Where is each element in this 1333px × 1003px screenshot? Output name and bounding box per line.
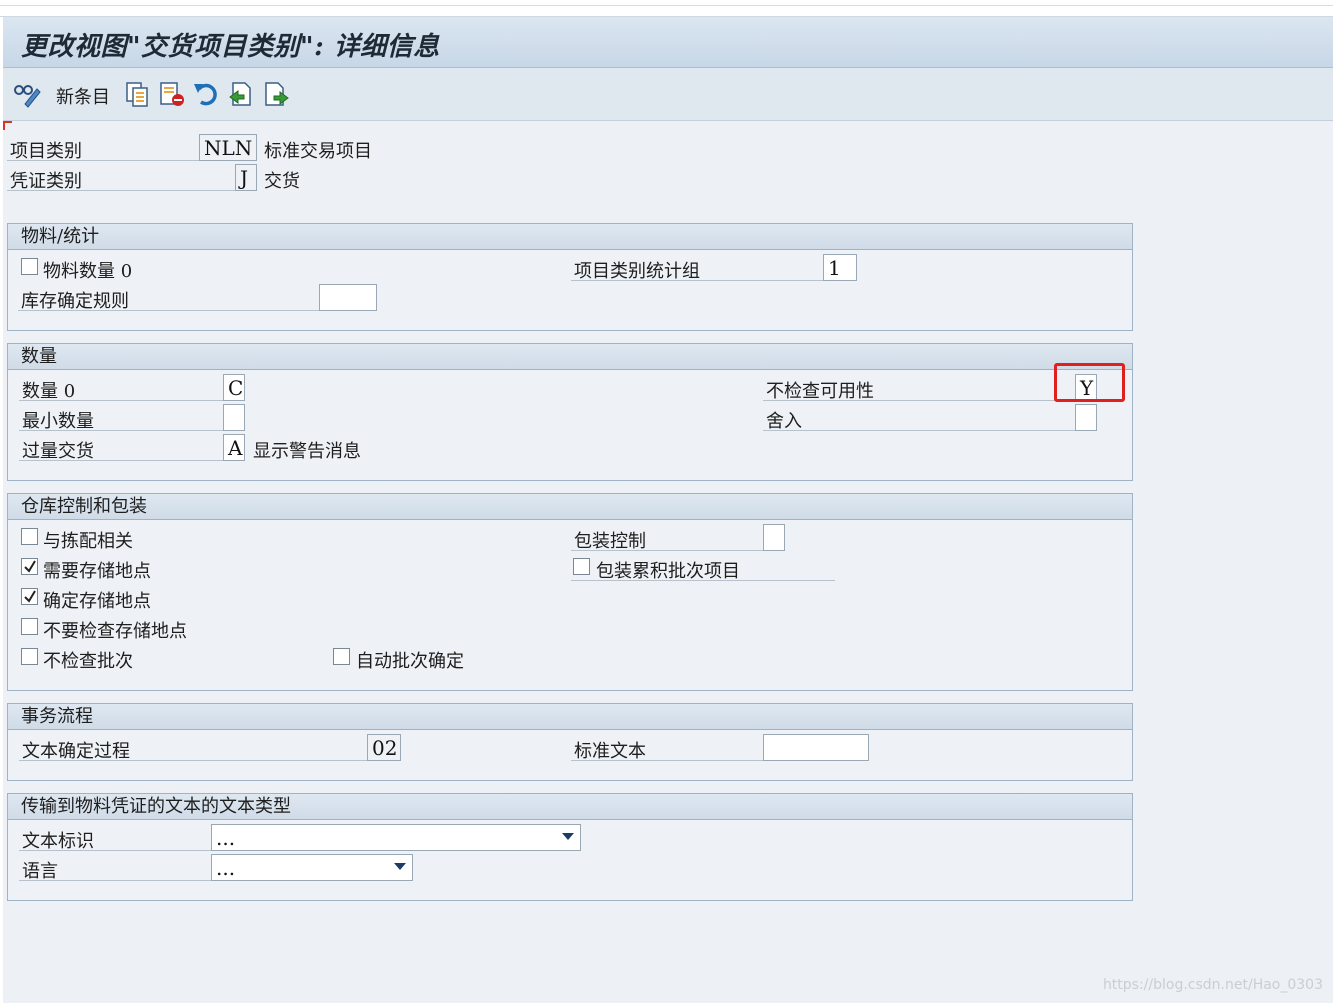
doc-category-field[interactable]: J [235, 164, 257, 191]
group-transaction-flow: 事务流程 [7, 703, 1133, 781]
text-id-underline [19, 850, 211, 851]
delete-icon[interactable] [158, 80, 186, 108]
item-category-field[interactable]: NLN [199, 134, 257, 161]
determine-sloc-label: 确定存储地点 [43, 591, 151, 612]
red-highlight-box [1054, 363, 1125, 402]
auto-batch-checkbox[interactable] [333, 648, 350, 665]
picking-relevant-checkbox[interactable] [21, 528, 38, 545]
overdelivery-description: 显示警告消息 [253, 441, 361, 462]
pack-accum-batch-checkbox[interactable] [573, 558, 590, 575]
overdelivery-field[interactable]: A [223, 434, 245, 461]
item-category-underline [7, 160, 199, 161]
next-entry-icon[interactable] [262, 80, 290, 108]
packing-control-field[interactable] [763, 524, 785, 551]
display-change-icon[interactable] [13, 80, 41, 108]
stat-group-underline [571, 280, 823, 281]
watermark: https://blog.csdn.net/Hao_0303 [1102, 977, 1323, 993]
chevron-down-icon[interactable] [562, 833, 574, 840]
rounding-field[interactable] [1075, 404, 1097, 431]
text-id-dropdown[interactable]: ... [211, 824, 581, 851]
standard-text-field[interactable] [763, 734, 869, 761]
text-det-proc-field[interactable]: 02 [367, 734, 401, 761]
group-title: 传输到物料凭证的文本的文本类型 [8, 794, 1132, 820]
doc-category-underline [7, 190, 235, 191]
material-qty-zero-checkbox[interactable] [21, 258, 38, 275]
doc-category-description: 交货 [264, 171, 300, 192]
group-title: 仓库控制和包装 [8, 494, 1132, 520]
top-divider [0, 5, 1333, 6]
language-dropdown[interactable]: ... [211, 854, 413, 881]
min-qty-field[interactable] [223, 404, 245, 431]
packing-control-underline [571, 550, 763, 551]
text-id-value: ... [216, 826, 236, 850]
top-strip [0, 0, 1333, 17]
new-entries-button[interactable]: 新条目 [56, 83, 110, 109]
text-det-proc-underline [19, 760, 367, 761]
item-category-description: 标准交易项目 [264, 141, 372, 162]
no-batch-check-label: 不检查批次 [43, 651, 133, 672]
qty-zero-underline [19, 400, 223, 401]
focus-corner-mark [3, 121, 12, 130]
auto-batch-label: 自动批次确定 [356, 651, 464, 672]
stock-rule-field[interactable] [319, 284, 377, 311]
language-underline [19, 880, 211, 881]
language-value: ... [216, 856, 236, 880]
chevron-down-icon[interactable] [394, 863, 406, 870]
min-qty-underline [19, 430, 223, 431]
picking-relevant-label: 与拣配相关 [43, 531, 133, 552]
qty-zero-field[interactable]: C [223, 374, 245, 401]
copy-as-icon[interactable] [124, 80, 152, 108]
overdelivery-underline [19, 460, 223, 461]
undo-icon[interactable] [192, 80, 220, 108]
standard-text-underline [571, 760, 763, 761]
material-qty-zero-label: 物料数量 0 [43, 261, 133, 282]
stock-rule-underline [18, 310, 319, 311]
title-bar: 更改视图"交货项目类别": 详细信息 [3, 17, 1333, 68]
no-sloc-check-label: 不要检查存储地点 [43, 621, 187, 642]
determine-sloc-checkbox[interactable] [21, 588, 38, 605]
sloc-required-checkbox[interactable] [21, 558, 38, 575]
no-availability-check-underline [763, 400, 1075, 401]
window-title: 更改视图"交货项目类别": 详细信息 [21, 32, 440, 62]
group-title: 数量 [8, 344, 1132, 370]
no-batch-check-checkbox[interactable] [21, 648, 38, 665]
previous-entry-icon[interactable] [227, 80, 255, 108]
group-title: 物料/统计 [8, 224, 1132, 250]
stat-group-field[interactable]: 1 [823, 254, 857, 281]
group-warehouse-packing: 仓库控制和包装 [7, 493, 1133, 691]
group-material-statistics: 物料/统计 [7, 223, 1133, 331]
application-toolbar: 新条目 [3, 68, 1333, 121]
sloc-required-label: 需要存储地点 [43, 561, 151, 582]
rounding-underline [763, 430, 1075, 431]
group-title: 事务流程 [8, 704, 1132, 730]
no-sloc-check-checkbox[interactable] [21, 618, 38, 635]
pack-accum-batch-underline [571, 580, 835, 581]
